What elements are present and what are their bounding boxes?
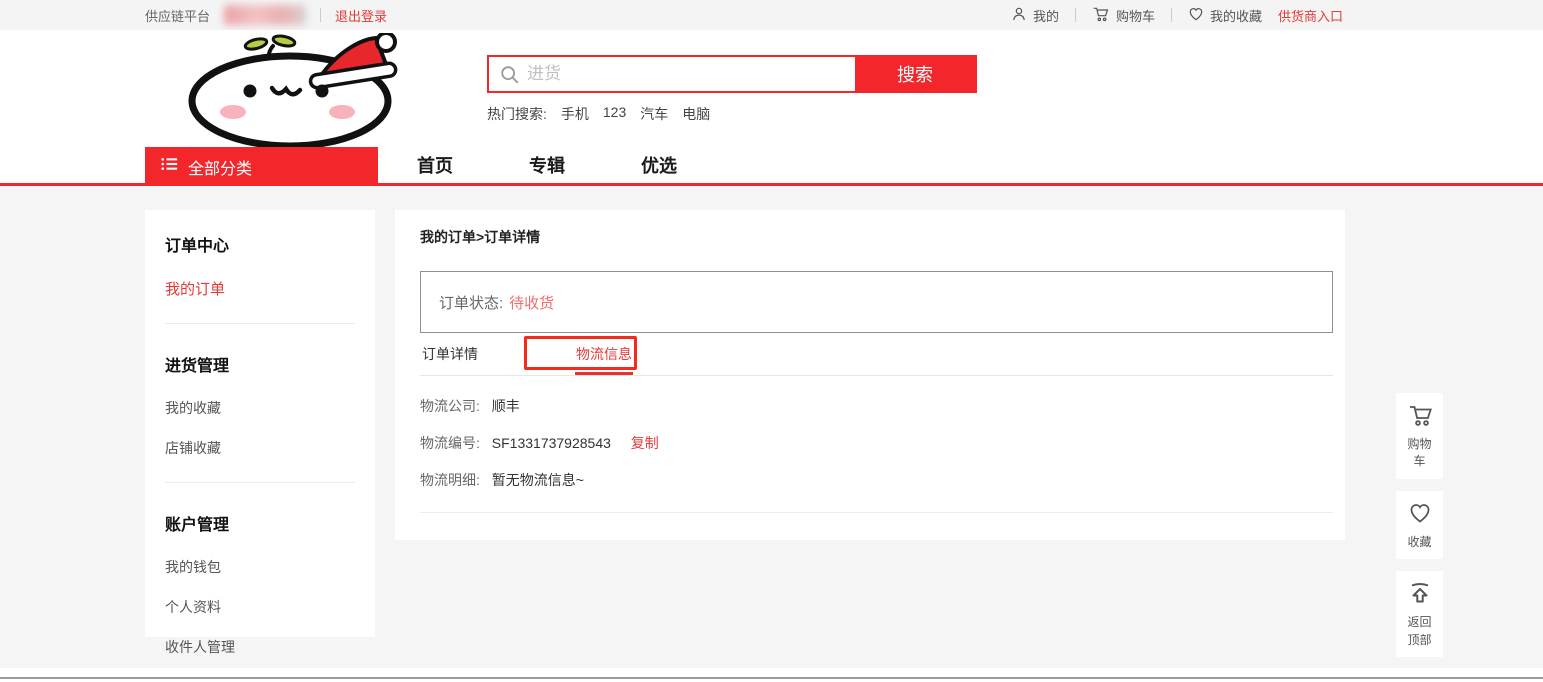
hot-keyword[interactable]: 手机 [561, 104, 589, 124]
sidebar-item-my-favorites[interactable]: 我的收藏 [165, 398, 355, 418]
float-cart-button[interactable]: 购物车 [1396, 393, 1443, 479]
divider [1075, 8, 1076, 22]
float-favorite-label: 收藏 [1406, 534, 1434, 551]
categories-menu-icon [161, 157, 178, 176]
nav-links: 首页 专辑 优选 [417, 147, 753, 183]
float-toolbar: 购物车 收藏 返回顶部 [1396, 393, 1443, 657]
divider [320, 8, 321, 22]
nav-link-albums[interactable]: 专辑 [529, 152, 565, 178]
sidebar-section-order-center: 订单中心 [165, 232, 355, 256]
hot-search: 热门搜索: 手机 123 汽车 电脑 [487, 104, 710, 124]
tabs-row: 订单详情 物流信息 [420, 333, 1333, 376]
my-favorites-label: 我的收藏 [1210, 6, 1262, 25]
all-categories-button[interactable]: 全部分类 [145, 147, 378, 186]
back-to-top-label: 返回顶部 [1406, 614, 1434, 649]
search-icon [499, 64, 521, 86]
footer-divider-line [0, 677, 1543, 679]
nav-link-selected[interactable]: 优选 [641, 152, 677, 178]
sidebar-item-my-orders[interactable]: 我的订单 [165, 278, 355, 299]
cart-icon [1407, 414, 1433, 431]
order-detail-panel: 我的订单>订单详情 订单状态: 待收货 订单详情 物流信息 物流公司: 顺丰 物… [395, 210, 1345, 540]
cart-label: 购物车 [1116, 6, 1155, 25]
hot-search-label: 热门搜索: [487, 104, 547, 124]
footer-strip [0, 668, 1543, 682]
order-status-value: 待收货 [509, 292, 554, 313]
header: 搜索 热门搜索: 手机 123 汽车 电脑 [0, 30, 1543, 147]
heart-icon [1188, 6, 1204, 25]
active-tab-underline [575, 372, 633, 375]
tab-logistics-label: 物流信息 [576, 344, 632, 364]
logistics-number-value: SF1331737928543 [492, 435, 611, 451]
my-account-label: 我的 [1033, 6, 1059, 25]
back-to-top-button[interactable]: 返回顶部 [1396, 571, 1443, 657]
username-redacted [224, 5, 306, 25]
cart-link[interactable]: 购物车 [1092, 6, 1155, 25]
search-input[interactable] [489, 57, 855, 91]
all-categories-label: 全部分类 [188, 155, 252, 179]
search-button[interactable]: 搜索 [855, 57, 975, 91]
supplier-entry-link[interactable]: 供货商入口 [1278, 6, 1343, 25]
divider [165, 323, 355, 324]
tab-logistics-info[interactable]: 物流信息 [574, 333, 634, 375]
search-input-box [489, 57, 855, 91]
nav-link-home[interactable]: 首页 [417, 152, 453, 178]
heart-icon [1407, 512, 1433, 529]
site-logo[interactable] [170, 33, 415, 148]
logistics-detail-value: 暂无物流信息~ [492, 472, 584, 488]
breadcrumb: 我的订单>订单详情 [395, 210, 1345, 247]
tab-order-detail[interactable]: 订单详情 [420, 333, 480, 375]
navbar: 全部分类 首页 专辑 优选 [0, 147, 1543, 186]
order-status-label: 订单状态: [439, 292, 503, 313]
hot-keyword[interactable]: 电脑 [682, 104, 710, 124]
arrow-up-to-bar-icon [1407, 592, 1433, 609]
logout-link[interactable]: 退出登录 [335, 6, 387, 25]
sidebar-section-purchase-management: 进货管理 [165, 352, 355, 376]
float-cart-label: 购物车 [1406, 436, 1434, 471]
my-account-link[interactable]: 我的 [1011, 6, 1059, 25]
sidebar-item-personal-profile[interactable]: 个人资料 [165, 597, 355, 617]
search-bar: 搜索 [487, 55, 977, 93]
user-icon [1011, 6, 1027, 25]
platform-label: 供应链平台 [145, 6, 210, 25]
sidebar-item-my-wallet[interactable]: 我的钱包 [165, 557, 355, 577]
sidebar-section-account-management: 账户管理 [165, 511, 355, 535]
logistics-number-label: 物流编号: [420, 435, 480, 451]
cart-icon [1092, 6, 1110, 25]
hot-keyword[interactable]: 汽车 [640, 104, 668, 124]
logistics-detail-row: 物流明细: 暂无物流信息~ [420, 470, 1333, 490]
topbar-left: 供应链平台 退出登录 [145, 0, 387, 30]
hot-keyword[interactable]: 123 [603, 104, 626, 124]
divider [165, 482, 355, 483]
logistics-company-row: 物流公司: 顺丰 [420, 396, 1333, 416]
sidebar-item-recipient-management[interactable]: 收件人管理 [165, 637, 355, 657]
divider [1171, 8, 1172, 22]
topbar: 供应链平台 退出登录 我的 购物车 [0, 0, 1543, 30]
topbar-right: 我的 购物车 我的收藏 供货商入口 [1011, 0, 1343, 30]
my-favorites-link[interactable]: 我的收藏 [1188, 6, 1262, 25]
sidebar: 订单中心 我的订单 进货管理 我的收藏 店铺收藏 账户管理 我的钱包 个人资料 … [145, 210, 375, 637]
logistics-info-section: 物流公司: 顺丰 物流编号: SF1331737928543 复制 物流明细: … [420, 376, 1333, 513]
page: 供应链平台 退出登录 我的 购物车 [0, 0, 1543, 682]
logistics-company-label: 物流公司: [420, 398, 480, 414]
sidebar-item-store-favorites[interactable]: 店铺收藏 [165, 438, 355, 458]
logistics-number-row: 物流编号: SF1331737928543 复制 [420, 433, 1333, 453]
order-status-box: 订单状态: 待收货 [420, 271, 1333, 333]
logistics-detail-label: 物流明细: [420, 472, 480, 488]
copy-button[interactable]: 复制 [631, 435, 659, 451]
float-favorite-button[interactable]: 收藏 [1396, 491, 1443, 559]
logistics-company-value: 顺丰 [492, 398, 520, 414]
